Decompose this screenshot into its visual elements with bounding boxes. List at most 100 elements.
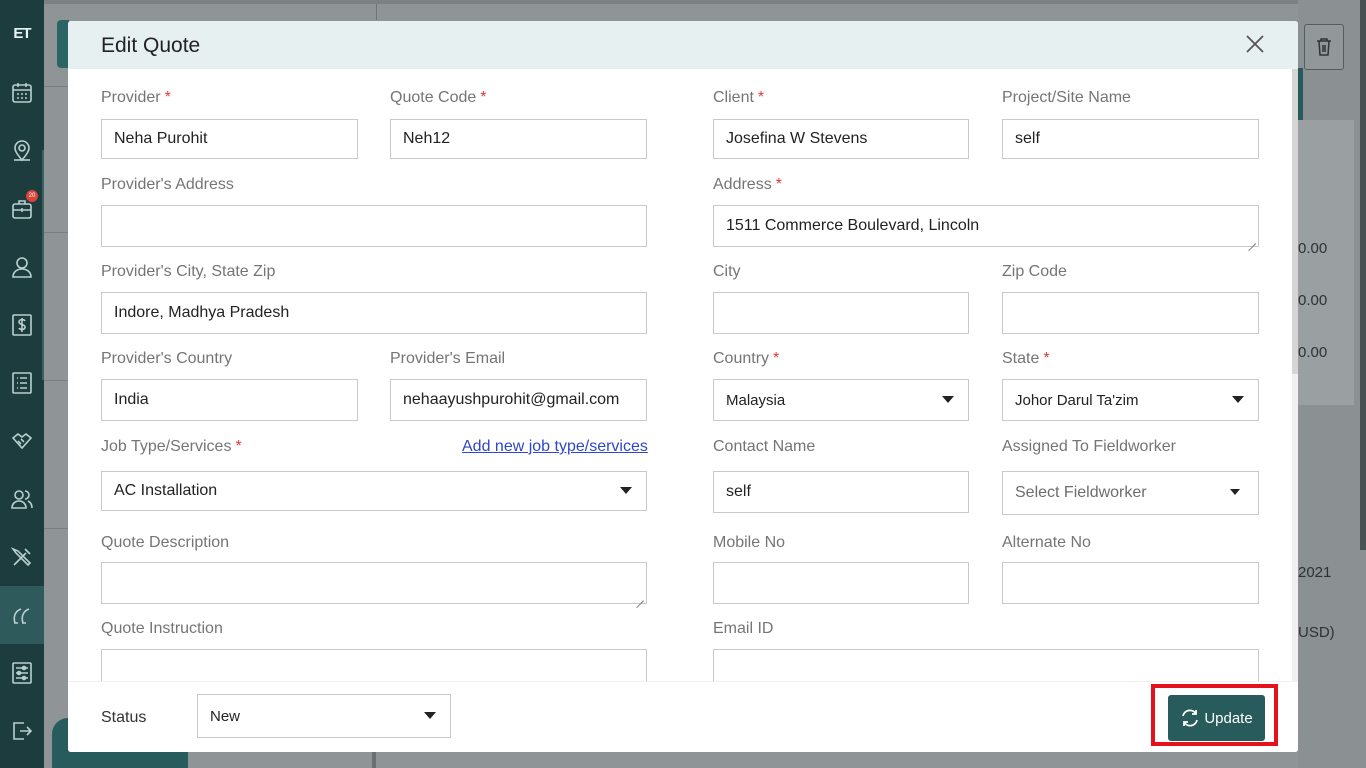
background-value: 2021 bbox=[1298, 564, 1332, 581]
provider-country-label: Provider's Country bbox=[101, 350, 233, 367]
modal-scrollbar-thumb[interactable] bbox=[1292, 69, 1298, 374]
state-select[interactable]: Johor Darul Ta'zim bbox=[1002, 379, 1259, 421]
status-value: New bbox=[210, 707, 241, 725]
sidebar-item-logout[interactable] bbox=[0, 702, 44, 760]
chevron-down-icon bbox=[1230, 489, 1240, 495]
user-icon bbox=[12, 257, 32, 278]
job-type-label: Job Type/Services * bbox=[101, 438, 242, 455]
add-job-type-link[interactable]: Add new job type/services bbox=[462, 438, 648, 456]
background-scrollbar bbox=[1360, 0, 1366, 550]
background-top-strip bbox=[44, 0, 1366, 4]
email-id-label: Email ID bbox=[713, 620, 774, 637]
country-select[interactable]: Malaysia bbox=[713, 379, 969, 421]
quote-instruction-textarea[interactable] bbox=[101, 649, 647, 682]
tools-icon bbox=[11, 547, 32, 567]
list-icon bbox=[12, 372, 32, 394]
country-label: Country * bbox=[713, 350, 780, 367]
project-site-label: Project/Site Name bbox=[1002, 89, 1131, 106]
modal-title: Edit Quote bbox=[101, 34, 201, 57]
sidebar: ET 20 bbox=[0, 0, 44, 768]
update-button[interactable]: Update bbox=[1168, 695, 1265, 741]
resize-handle-icon[interactable] bbox=[1248, 236, 1256, 244]
address-textarea[interactable]: 1511 Commerce Boulevard, Lincoln bbox=[713, 205, 1259, 247]
modal-footer: Status New Update bbox=[68, 681, 1298, 752]
email-id-input[interactable] bbox=[713, 649, 1259, 682]
quote-instruction-label: Quote Instruction bbox=[101, 620, 223, 637]
client-input[interactable]: Josefina W Stevens bbox=[713, 119, 969, 159]
quote-icon bbox=[13, 608, 30, 624]
project-site-input[interactable]: self bbox=[1002, 119, 1259, 159]
address-value: 1511 Commerce Boulevard, Lincoln bbox=[726, 217, 980, 234]
provider-city-input[interactable]: Indore, Madhya Pradesh bbox=[101, 292, 647, 334]
app-logo[interactable]: ET bbox=[9, 20, 35, 46]
job-type-value: AC Installation bbox=[114, 482, 218, 499]
client-label: Client * bbox=[713, 89, 765, 106]
background-value: USD) bbox=[1298, 624, 1335, 641]
zip-code-label: Zip Code bbox=[1002, 263, 1067, 280]
sidebar-scrollbar[interactable] bbox=[42, 150, 44, 380]
sidebar-item-quotes[interactable] bbox=[0, 586, 44, 644]
provider-address-label: Provider's Address bbox=[101, 176, 234, 193]
provider-input[interactable]: Neha Purohit bbox=[101, 119, 358, 159]
provider-country-input[interactable]: India bbox=[101, 379, 358, 421]
sidebar-item-tools[interactable] bbox=[0, 528, 44, 586]
contact-name-label: Contact Name bbox=[713, 438, 816, 455]
state-label: State * bbox=[1002, 350, 1050, 367]
city-label: City bbox=[713, 263, 741, 280]
quote-description-label: Quote Description bbox=[101, 534, 230, 551]
quote-code-input[interactable]: Neh12 bbox=[390, 119, 647, 159]
resize-handle-icon[interactable] bbox=[636, 593, 644, 601]
alternate-input[interactable] bbox=[1002, 562, 1259, 604]
background-divider bbox=[44, 380, 68, 381]
state-value: Johor Darul Ta'zim bbox=[1015, 391, 1139, 409]
fieldworker-select[interactable]: Select Fieldworker bbox=[1002, 471, 1259, 515]
background-summary-card bbox=[1298, 120, 1354, 405]
provider-label: Provider * bbox=[101, 89, 171, 106]
country-value: Malaysia bbox=[726, 391, 786, 409]
dollar-icon bbox=[12, 314, 32, 336]
sidebar-item-reports[interactable] bbox=[0, 354, 44, 412]
delete-button[interactable] bbox=[1304, 24, 1344, 70]
fieldworker-label: Assigned To Fieldworker bbox=[1002, 438, 1177, 455]
close-icon bbox=[1246, 35, 1264, 53]
chevron-down-icon bbox=[1232, 396, 1244, 403]
provider-email-label: Provider's Email bbox=[390, 350, 506, 367]
modal-scrollbar[interactable] bbox=[1292, 69, 1298, 682]
background-value: 0.00 bbox=[1298, 344, 1328, 361]
sidebar-item-calendar[interactable] bbox=[0, 64, 44, 122]
background-divider bbox=[372, 752, 376, 768]
map-pin-icon bbox=[14, 140, 30, 162]
sidebar-item-settings[interactable] bbox=[0, 644, 44, 702]
alternate-label: Alternate No bbox=[1002, 534, 1091, 551]
sidebar-item-deals[interactable] bbox=[0, 412, 44, 470]
sidebar-item-team[interactable] bbox=[0, 470, 44, 528]
sidebar-item-locations[interactable] bbox=[0, 122, 44, 180]
mobile-input[interactable] bbox=[713, 562, 969, 604]
quote-description-textarea[interactable] bbox=[101, 562, 647, 604]
city-input[interactable] bbox=[713, 292, 969, 334]
sidebar-item-jobs[interactable]: 20 bbox=[0, 180, 44, 238]
address-label: Address * bbox=[713, 176, 782, 193]
users-icon bbox=[11, 490, 33, 509]
job-type-select[interactable]: AC Installation bbox=[101, 471, 647, 511]
zip-code-input[interactable] bbox=[1002, 292, 1259, 334]
quote-code-label: Quote Code * bbox=[390, 89, 487, 106]
chevron-down-icon bbox=[424, 712, 436, 719]
contact-name-input[interactable]: self bbox=[713, 471, 969, 513]
background-value: 0.00 bbox=[1298, 240, 1328, 257]
sidebar-item-clients[interactable] bbox=[0, 238, 44, 296]
background-value: 0.00 bbox=[1298, 292, 1328, 309]
chevron-down-icon bbox=[620, 487, 632, 494]
status-label: Status bbox=[101, 709, 147, 726]
status-select[interactable]: New bbox=[197, 694, 451, 738]
sidebar-item-invoices[interactable] bbox=[0, 296, 44, 354]
edit-quote-modal: Edit Quote Provider * Neha Purohit Quote … bbox=[68, 21, 1298, 752]
modal-header: Edit Quote bbox=[68, 21, 1298, 69]
provider-address-input[interactable] bbox=[101, 205, 647, 247]
provider-email-input[interactable]: nehaayushpurohit@gmail.com bbox=[390, 379, 647, 421]
provider-city-label: Provider's City, State Zip bbox=[101, 263, 276, 280]
update-button-label: Update bbox=[1204, 709, 1253, 727]
fieldworker-placeholder: Select Fieldworker bbox=[1015, 484, 1147, 501]
close-button[interactable] bbox=[1242, 31, 1268, 57]
logout-icon bbox=[13, 722, 33, 740]
